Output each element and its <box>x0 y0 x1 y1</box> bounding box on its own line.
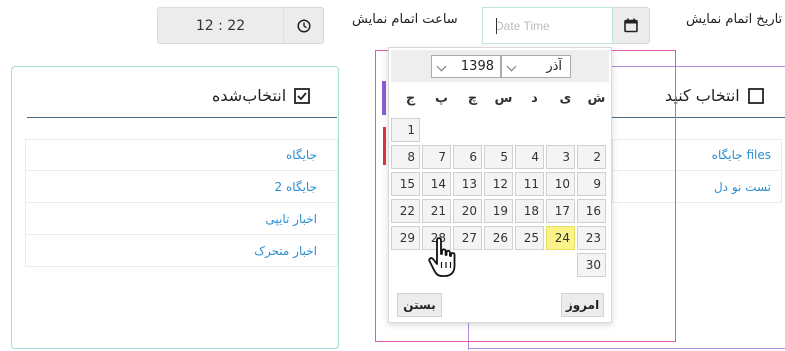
day-cell[interactable]: 19 <box>484 199 513 223</box>
selected-list: جایگاه جایگاه 2 اخبار تایپی اخبار متحرک <box>25 139 338 267</box>
panel-border <box>468 348 785 349</box>
datepicker-header: 1398 آذر <box>391 50 609 82</box>
list-item[interactable]: اخبار تایپی <box>25 203 338 235</box>
divider <box>27 117 337 118</box>
time-input[interactable]: 12 : 22 <box>157 7 284 44</box>
calendar-button[interactable] <box>612 7 650 44</box>
checked-checkbox-icon[interactable] <box>294 87 311 104</box>
list-item[interactable]: اخبار متحرک <box>25 235 338 267</box>
weekday-label: ج <box>405 91 416 106</box>
calendar-icon <box>624 18 638 33</box>
day-cell[interactable]: 10 <box>546 172 575 196</box>
clock-button[interactable] <box>283 7 324 44</box>
selected-header: انتخاب‌شده <box>212 86 311 105</box>
day-cell[interactable]: 3 <box>546 145 575 169</box>
month-select[interactable]: آذر <box>501 55 571 78</box>
day-cell-today[interactable]: 24 <box>546 226 575 250</box>
day-cell[interactable]: 14 <box>422 172 451 196</box>
today-button[interactable]: امروز <box>561 293 604 317</box>
list-item[interactable]: جایگاه <box>25 139 338 171</box>
day-cell[interactable]: 4 <box>515 145 544 169</box>
day-cell[interactable]: 23 <box>577 226 606 250</box>
day-cell[interactable]: 29 <box>391 226 420 250</box>
date-label: تاریخ اتمام نمایش <box>686 12 783 27</box>
choose-header: انتخاب کنید <box>665 86 764 105</box>
day-cell[interactable]: 8 <box>391 145 420 169</box>
month-value: آذر <box>546 59 562 74</box>
day-cell[interactable]: 17 <box>546 199 575 223</box>
clock-icon <box>296 18 311 33</box>
weekday-label: پ <box>434 91 449 106</box>
day-cell[interactable]: 9 <box>577 172 606 196</box>
day-cell[interactable]: 15 <box>391 172 420 196</box>
day-cell[interactable]: 5 <box>484 145 513 169</box>
chevron-down-icon <box>436 61 447 72</box>
weekday-label: چ <box>467 91 478 106</box>
day-cell[interactable]: 25 <box>515 226 544 250</box>
chevron-down-icon <box>506 61 517 72</box>
datepicker-popup: 1398 آذر شیدسچپج 1 2 3 4 5 6 7 8 9 10 11 12 13 14 15 16… <box>388 47 612 323</box>
choose-title: انتخاب کنید <box>665 86 740 105</box>
close-button[interactable]: بستن <box>397 293 442 317</box>
day-cell[interactable]: 7 <box>422 145 451 169</box>
day-cell[interactable]: 21 <box>422 199 451 223</box>
checkbox-icon[interactable] <box>747 87 764 104</box>
weekday-label: ش <box>587 91 606 106</box>
date-input[interactable]: Date Time <box>482 7 613 44</box>
day-cell[interactable]: 30 <box>577 253 606 277</box>
text-caret <box>496 18 497 34</box>
day-cell[interactable]: 22 <box>391 199 420 223</box>
day-cell[interactable]: 16 <box>577 199 606 223</box>
day-cell[interactable]: 18 <box>515 199 544 223</box>
time-label: ساعت اتمام نمایش <box>352 12 458 27</box>
day-cell[interactable]: 12 <box>484 172 513 196</box>
day-cell[interactable]: 2 <box>577 145 606 169</box>
day-cell[interactable]: 20 <box>453 199 482 223</box>
selected-title: انتخاب‌شده <box>212 86 287 105</box>
weekday-label: د <box>531 91 538 106</box>
day-cell[interactable]: 6 <box>453 145 482 169</box>
list-item[interactable]: جایگاه 2 <box>25 171 338 203</box>
weekday-label: ی <box>559 91 572 106</box>
weekday-label: س <box>494 91 513 106</box>
day-cell[interactable]: 1 <box>391 118 420 142</box>
hand-cursor-icon <box>428 237 456 277</box>
day-cell[interactable]: 13 <box>453 172 482 196</box>
year-select[interactable]: 1398 <box>431 55 501 78</box>
date-placeholder: Date Time <box>495 18 550 33</box>
day-cell[interactable]: 11 <box>515 172 544 196</box>
year-value: 1398 <box>460 59 494 74</box>
day-cell[interactable]: 26 <box>484 226 513 250</box>
